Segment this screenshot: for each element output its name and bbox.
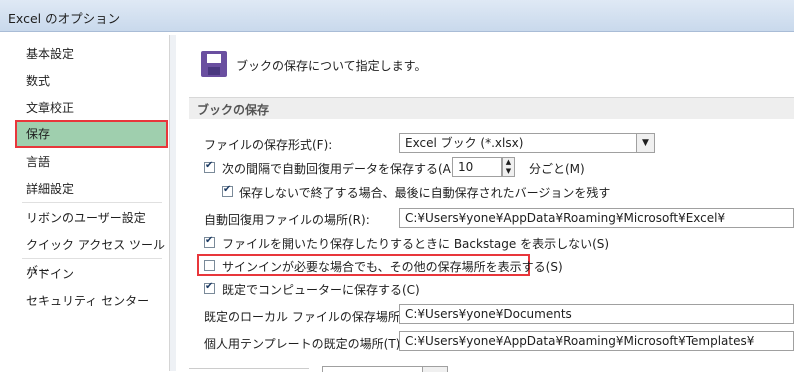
sidebar: 基本設定 数式 文章校正 保存 言語 詳細設定 リボンのユーザー設定 クイック …	[14, 35, 170, 371]
sidebar-item-proofing[interactable]: 文章校正	[16, 95, 167, 121]
autorecover-location-input[interactable]: C:¥Users¥yone¥AppData¥Roaming¥Microsoft¥…	[399, 208, 794, 228]
spinner-up-icon[interactable]: ▲	[503, 158, 514, 167]
autorecover-label: 次の間隔で自動回復用データを保存する(A):	[222, 162, 460, 176]
next-section-divider	[189, 368, 309, 369]
partial-dropdown[interactable]	[322, 366, 424, 372]
autorecover-location-label: 自動回復用ファイルの場所(R):	[204, 213, 370, 227]
section-header: ブックの保存	[189, 97, 794, 119]
template-location-input[interactable]: C:¥Users¥yone¥AppData¥Roaming¥Microsoft¥…	[399, 331, 794, 351]
autorecover-minutes-input[interactable]: 10	[452, 157, 502, 177]
sidebar-divider	[22, 258, 162, 259]
pane-separator	[170, 35, 176, 371]
sidebar-divider	[22, 202, 162, 203]
local-location-input[interactable]: C:¥Users¥yone¥Documents	[399, 304, 794, 324]
save-to-computer-checkbox[interactable]	[204, 281, 215, 294]
save-options-panel: ブックの保存について指定します。 ブックの保存 ファイルの保存形式(F): Ex…	[177, 35, 794, 372]
save-to-computer-label: 既定でコンピューターに保存する(C)	[222, 283, 420, 297]
backstage-label: ファイルを開いたり保存したりするときに Backstage を表示しない(S)	[222, 237, 610, 251]
minutes-suffix-label: 分ごと(M)	[529, 162, 585, 176]
show-other-locations-checkbox[interactable]	[204, 260, 215, 271]
sidebar-item-save[interactable]: 保存	[15, 120, 168, 148]
local-location-label: 既定のローカル ファイルの保存場所(I):	[204, 310, 417, 324]
chevron-down-icon[interactable]: ▼	[636, 134, 654, 152]
minutes-spinner[interactable]: ▲ ▼	[502, 157, 515, 177]
title-bar: Excel のオプション	[0, 0, 794, 32]
keep-last-version-label: 保存しないで終了する場合、最後に自動保存されたバージョンを残す	[239, 186, 611, 200]
section-title: ブックの保存	[197, 103, 270, 117]
save-floppy-icon	[201, 51, 227, 77]
sidebar-item-addins[interactable]: アドイン	[16, 261, 167, 287]
sidebar-item-formulas[interactable]: 数式	[16, 68, 167, 94]
sidebar-item-advanced[interactable]: 詳細設定	[16, 176, 167, 202]
partial-dropdown-button[interactable]	[422, 366, 448, 372]
save-format-dropdown[interactable]: Excel ブック (*.xlsx) ▼	[399, 133, 655, 153]
sidebar-item-quick-access-toolbar[interactable]: クイック アクセス ツール バー	[16, 232, 167, 278]
show-other-locations-label: サインインが必要な場合でも、その他の保存場所を表示する(S)	[222, 260, 563, 274]
template-location-label: 個人用テンプレートの既定の場所(T):	[204, 337, 405, 351]
save-format-value: Excel ブック (*.xlsx)	[405, 136, 524, 150]
spinner-down-icon[interactable]: ▼	[503, 167, 514, 176]
sidebar-item-trust-center[interactable]: セキュリティ センター	[16, 288, 167, 314]
sidebar-item-language[interactable]: 言語	[16, 149, 167, 175]
options-window: 基本設定 数式 文章校正 保存 言語 詳細設定 リボンのユーザー設定 クイック …	[0, 32, 794, 372]
autorecover-checkbox[interactable]	[204, 160, 215, 173]
keep-last-version-checkbox[interactable]	[222, 184, 233, 197]
window-title: Excel のオプション	[8, 11, 121, 26]
backstage-checkbox[interactable]	[204, 235, 215, 248]
sidebar-item-customize-ribbon[interactable]: リボンのユーザー設定	[16, 205, 167, 231]
save-format-label: ファイルの保存形式(F):	[204, 138, 333, 152]
panel-header: ブックの保存について指定します。	[236, 59, 427, 73]
sidebar-item-general[interactable]: 基本設定	[16, 41, 167, 67]
